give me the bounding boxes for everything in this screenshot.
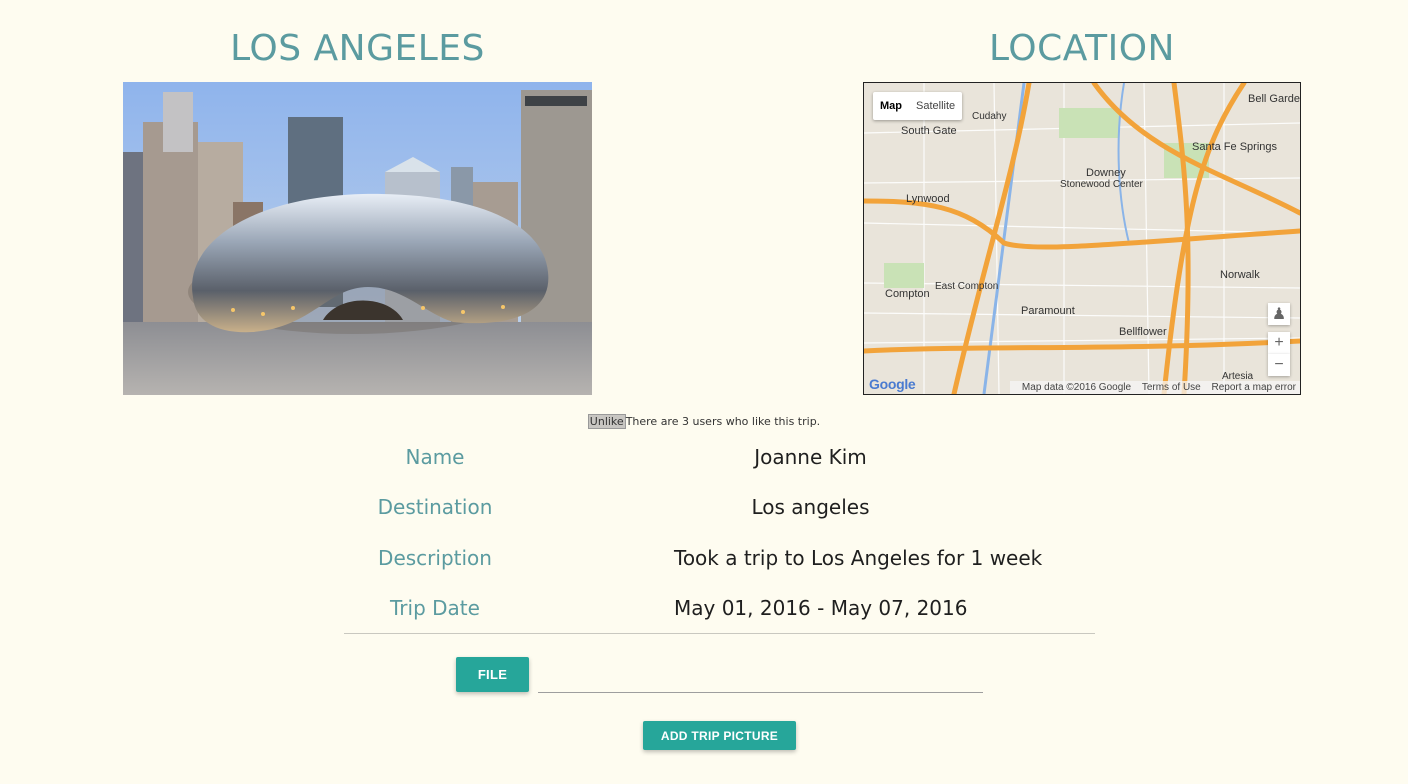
report-map-error-link[interactable]: Report a map error — [1212, 382, 1296, 393]
map-type-satellite[interactable]: Satellite — [909, 92, 962, 120]
google-logo: Google — [869, 376, 916, 392]
map-place-south-gate: South Gate — [901, 125, 957, 137]
map-place-compton: Compton — [885, 288, 930, 300]
location-title: LOCATION — [989, 28, 1175, 69]
location-map[interactable]: Map Satellite Bell Gardens Cudahy South … — [863, 82, 1301, 395]
map-type-toggle: Map Satellite — [873, 92, 963, 120]
map-data-credit: Map data ©2016 Google — [1021, 382, 1132, 393]
map-attribution: Map data ©2016 Google Terms of Use Repor… — [1009, 381, 1300, 394]
trip-title: LOS ANGELES — [230, 28, 485, 69]
detail-label: Name — [405, 445, 465, 469]
detail-row-name: Name Joanne Kim — [344, 445, 1095, 495]
zoom-in-button[interactable]: + — [1268, 332, 1290, 354]
trip-photo — [123, 82, 592, 395]
detail-label: Trip Date — [390, 596, 480, 620]
terms-of-use-link[interactable]: Terms of Use — [1142, 382, 1201, 393]
map-place-lynwood: Lynwood — [906, 193, 950, 205]
detail-row-description: Description Took a trip to Los Angeles f… — [344, 546, 1095, 596]
divider — [344, 633, 1095, 634]
file-button[interactable]: FILE — [456, 657, 529, 692]
detail-row-destination: Destination Los angeles — [344, 495, 1095, 545]
zoom-out-button[interactable]: − — [1268, 354, 1290, 376]
detail-value: Took a trip to Los Angeles for 1 week — [674, 546, 1043, 570]
map-place-norwalk: Norwalk — [1220, 269, 1260, 281]
map-place-downey: Downey — [1086, 167, 1126, 179]
unlike-button[interactable]: Unlike — [587, 414, 626, 429]
map-place-cudahy: Cudahy — [972, 111, 1007, 122]
detail-label: Description — [378, 546, 492, 570]
file-path-input[interactable] — [538, 692, 983, 693]
street-view-pegman-icon[interactable]: ♟ — [1268, 303, 1290, 325]
map-place-stonewood-center: Stonewood Center — [1060, 179, 1143, 190]
map-type-map[interactable]: Map — [873, 92, 909, 120]
detail-label: Destination — [377, 495, 493, 519]
detail-value: Joanne Kim — [754, 445, 867, 469]
detail-row-trip-date: Trip Date May 01, 2016 - May 07, 2016 — [344, 596, 1095, 646]
map-place-santa-fe-springs: Santa Fe Springs — [1192, 141, 1277, 153]
detail-value: May 01, 2016 - May 07, 2016 — [674, 596, 968, 620]
likes-count-text: There are 3 users who like this trip. — [625, 415, 821, 428]
map-place-paramount: Paramount — [1021, 305, 1075, 317]
map-place-east-compton: East Compton — [935, 281, 999, 292]
likes-row: Unlike There are 3 users who like this tr… — [0, 414, 1408, 429]
map-place-bellflower: Bellflower — [1119, 326, 1167, 338]
map-place-bell-gardens: Bell Gardens — [1248, 93, 1300, 105]
detail-value: Los angeles — [751, 495, 870, 519]
add-trip-picture-button[interactable]: ADD TRIP PICTURE — [643, 721, 796, 750]
